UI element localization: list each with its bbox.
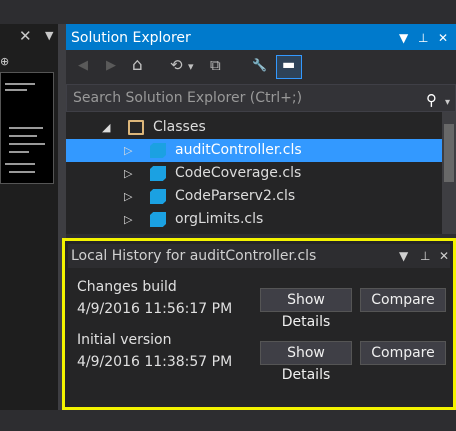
minimap-preview (0, 72, 54, 184)
local-history-title-bar: Local History for auditController.cls ▼ … (68, 244, 450, 268)
bottom-area (0, 410, 456, 431)
code-line (5, 163, 35, 165)
chevron-down-icon[interactable]: ▼ (399, 244, 408, 268)
code-line (5, 89, 27, 91)
pin-icon[interactable]: ⊥ (420, 244, 430, 268)
history-entry-name: Initial version (77, 332, 172, 348)
tree-folder-classes[interactable]: ◢ Classes (66, 116, 442, 139)
chevron-down-icon[interactable]: ▼ (399, 24, 408, 52)
code-line (9, 127, 43, 129)
forward-icon[interactable]: ▶ (106, 58, 116, 73)
solution-explorer-toolbar: ◀ ▶ ⌂ ⟲ ▾ ⧉ 🔧 ▬ (66, 50, 456, 84)
sync-icon[interactable]: ⧉ (210, 56, 221, 74)
ide-window: ✕ ▼ ⊕ Solution Explorer ▼ ⊥ ✕ ◀ ▶ ⌂ ⟲ ▾ … (0, 0, 456, 431)
expand-arrow-icon[interactable]: ◢ (102, 116, 110, 139)
history-entry-name: Changes build (77, 279, 177, 295)
code-line (9, 135, 37, 137)
tree-item-label: auditController.cls (175, 142, 302, 158)
code-line (9, 143, 45, 145)
collapse-arrow-icon[interactable]: ▷ (124, 208, 132, 231)
tree-item-label: CodeParserv2.cls (175, 188, 296, 204)
home-icon[interactable]: ⌂ (132, 55, 143, 75)
solution-explorer-panel: Solution Explorer ▼ ⊥ ✕ ◀ ▶ ⌂ ⟲ ▾ ⧉ 🔧 ▬ … (66, 24, 456, 234)
editor-tabstrip: ✕ ▼ (0, 24, 66, 48)
compare-button[interactable]: Compare (360, 341, 446, 365)
folder-icon (128, 120, 144, 135)
compare-button[interactable]: Compare (360, 288, 446, 312)
solution-explorer-title: Solution Explorer (71, 30, 191, 46)
tree-item-label: CodeCoverage.cls (175, 165, 302, 181)
apex-class-icon (150, 166, 166, 181)
search-icon[interactable]: ⚲ (426, 87, 437, 113)
collapse-arrow-icon[interactable]: ▷ (124, 185, 132, 208)
tree-folder-label: Classes (153, 119, 206, 135)
pin-icon[interactable]: ⊥ (418, 24, 428, 52)
history-icon[interactable]: ⟲ (170, 56, 183, 74)
wrench-icon[interactable]: 🔧 (252, 58, 267, 72)
chevron-down-icon[interactable]: ▼ (45, 29, 53, 42)
show-details-button[interactable]: Show Details (260, 341, 352, 383)
close-icon[interactable]: ✕ (19, 27, 32, 45)
tree-item-orglimits[interactable]: ▷ orgLimits.cls (66, 208, 442, 231)
history-entry-timestamp: 4/9/2016 11:38:57 PM (77, 354, 233, 370)
tree-item-auditcontroller[interactable]: ▷ auditController.cls (66, 139, 442, 162)
collapse-arrow-icon[interactable]: ▷ (124, 139, 132, 162)
preview-icon: ▬ (282, 57, 296, 73)
solution-tree: ◢ Classes ▷ auditController.cls ▷ CodeCo… (66, 112, 456, 232)
tree-item-codecoverage[interactable]: ▷ CodeCoverage.cls (66, 162, 442, 185)
apex-class-icon (150, 189, 166, 204)
code-line (9, 151, 29, 153)
search-placeholder: Search Solution Explorer (Ctrl+;) (73, 90, 303, 106)
close-icon[interactable]: ✕ (438, 24, 448, 52)
preview-toggle-button[interactable]: ▬ (276, 55, 302, 79)
collapse-arrow-icon[interactable]: ▷ (124, 162, 132, 185)
local-history-title: Local History for auditController.cls (71, 248, 317, 264)
show-details-button[interactable]: Show Details (260, 288, 352, 330)
history-entry-timestamp: 4/9/2016 11:56:17 PM (77, 301, 233, 317)
tree-item-codeparserv2[interactable]: ▷ CodeParserv2.cls (66, 185, 442, 208)
apex-class-icon (150, 212, 166, 227)
local-history-panel: Local History for auditController.cls ▼ … (62, 238, 456, 410)
code-line (5, 83, 35, 85)
tree-item-label: orgLimits.cls (175, 211, 264, 227)
close-icon[interactable]: ✕ (439, 244, 449, 268)
solution-explorer-title-bar: Solution Explorer ▼ ⊥ ✕ (66, 24, 456, 50)
search-input[interactable]: Search Solution Explorer (Ctrl+;) ⚲ ▾ (66, 84, 456, 112)
chevron-down-icon[interactable]: ▾ (188, 60, 194, 73)
apex-class-icon (150, 143, 166, 158)
tree-scrollbar-thumb[interactable] (444, 124, 454, 182)
code-line (9, 171, 35, 173)
pin-icon[interactable]: ⊕ (0, 55, 12, 69)
back-icon[interactable]: ◀ (78, 58, 88, 73)
